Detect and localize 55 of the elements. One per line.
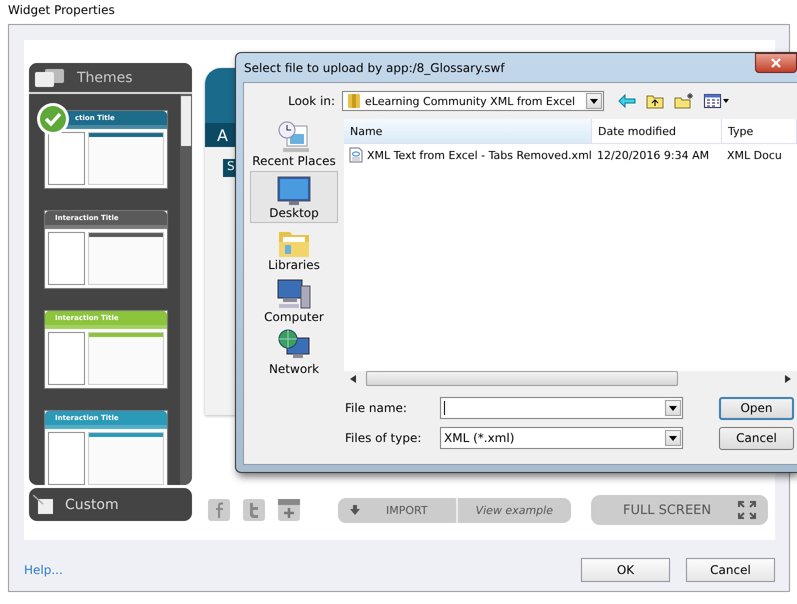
xml-file-icon	[349, 147, 363, 163]
dialog-button[interactable]: Cancel	[686, 558, 775, 582]
list-pane	[48, 132, 85, 185]
column-header[interactable]: Name	[344, 119, 592, 143]
list-pane	[48, 232, 85, 285]
monitor-icon	[277, 176, 311, 206]
clock-document-icon	[277, 120, 311, 154]
open-button[interactable]: Open	[719, 396, 794, 420]
file-name-label: File name:	[345, 401, 408, 415]
file-type-label: Files of type:	[345, 431, 422, 445]
facebook-icon[interactable]	[208, 499, 230, 521]
place-item[interactable]: Computer	[250, 275, 338, 327]
file-type: XML Docu	[727, 148, 782, 162]
custom-button[interactable]: Custom	[29, 488, 192, 521]
computer-icon	[277, 278, 311, 310]
close-icon	[771, 58, 781, 68]
plus-icon[interactable]	[278, 499, 300, 521]
cards-icon	[35, 68, 65, 86]
dropdown-arrow-icon	[669, 436, 677, 440]
right-arrow-icon	[785, 374, 791, 382]
scrollbar-thumb[interactable]	[181, 96, 191, 146]
place-item[interactable]: Network	[250, 327, 338, 379]
view-menu-icon[interactable]	[704, 94, 730, 108]
back-arrow-icon[interactable]	[618, 94, 636, 108]
file-date: 12/20/2016 9:34 AM	[597, 148, 710, 162]
column-header[interactable]: Type	[722, 119, 797, 143]
help-link[interactable]: Help...	[24, 563, 63, 577]
place-item[interactable]: Libraries	[250, 223, 338, 275]
list-pane	[48, 432, 85, 485]
new-folder-icon[interactable]	[674, 93, 694, 109]
twitter-icon[interactable]	[243, 499, 265, 521]
dropdown-arrow-icon	[669, 406, 677, 410]
expand-icon	[738, 501, 756, 519]
horizontal-scrollbar[interactable]	[344, 371, 797, 386]
place-item[interactable]: Desktop	[250, 171, 338, 223]
import-button[interactable]: IMPORT	[338, 498, 458, 522]
window-title: Widget Properties	[8, 3, 115, 17]
folder-icon	[347, 93, 361, 109]
file-name[interactable]: XML Text from Excel - Tabs Removed.xml	[367, 148, 592, 162]
themes-title: Themes	[77, 70, 133, 86]
file-name-field[interactable]	[440, 397, 683, 419]
down-arrow-icon	[350, 505, 360, 515]
file-type-dropdown[interactable]: XML (*.xml)	[440, 427, 683, 449]
left-arrow-icon	[350, 374, 356, 382]
close-button[interactable]	[755, 53, 797, 73]
up-folder-icon[interactable]	[646, 93, 664, 109]
look-in-label: Look in:	[287, 94, 336, 108]
dropdown-arrow-icon	[590, 98, 598, 104]
full-screen-button[interactable]: FULL SCREEN	[590, 495, 768, 525]
cancel-button[interactable]: Cancel	[719, 426, 794, 450]
dialog-button[interactable]: OK	[581, 558, 670, 582]
look-in-dropdown[interactable]: eLearning Community XML from Excel	[342, 91, 604, 111]
dialog-title: Select file to upload by app:/8_Glossary.swf	[244, 60, 505, 74]
list-pane	[48, 332, 85, 385]
column-header[interactable]: Date modified	[592, 119, 722, 143]
